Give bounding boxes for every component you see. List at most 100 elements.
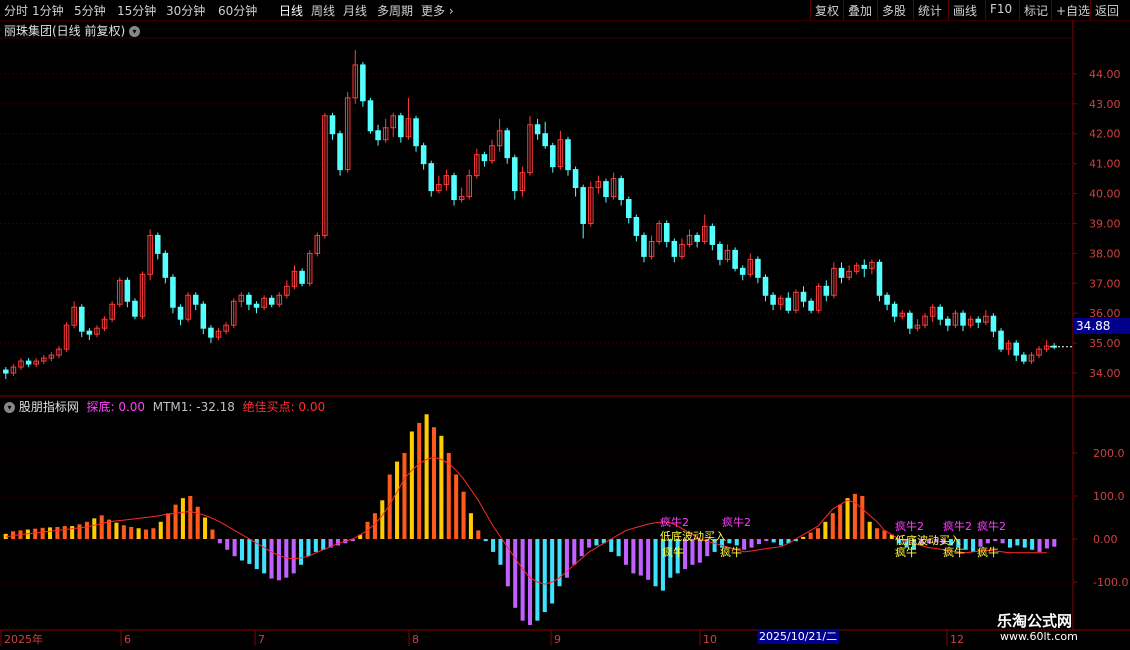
indicator-bar — [808, 532, 813, 539]
indicator-bar — [875, 528, 880, 539]
candle-down — [550, 145, 556, 168]
indicator-bar — [527, 539, 533, 625]
indicator-bar — [129, 526, 134, 539]
candle-down — [534, 124, 541, 135]
chevron-down-icon[interactable]: ▾ — [4, 402, 15, 413]
price-tick-label: 41.00 — [1089, 158, 1121, 171]
candle-down — [732, 249, 738, 269]
indicator-bar — [372, 513, 377, 539]
candle-down — [86, 330, 93, 335]
candle-down — [739, 267, 746, 275]
candle-down — [565, 139, 571, 171]
indicator-bar — [616, 539, 621, 557]
signal-label: 疯牛2 — [895, 519, 924, 533]
candle-down — [413, 118, 419, 147]
price-tick-label: 38.00 — [1089, 247, 1121, 260]
candle-down — [481, 154, 488, 162]
indicator-bar — [380, 500, 385, 539]
indicator-bar — [188, 496, 193, 539]
date-tick-label: 12 — [950, 633, 964, 646]
indicator-bar — [136, 528, 141, 539]
candle-down — [861, 264, 868, 269]
watermark-url: www.60lt.com — [1000, 630, 1078, 643]
signal-label: 疯牛 — [895, 545, 917, 559]
candlestick-chart[interactable]: 34.0035.0036.0037.0038.0039.0040.0041.00… — [0, 0, 1130, 650]
signal-label: 低底波动买入 — [660, 529, 726, 543]
indicator-bar — [203, 517, 208, 539]
indicator-bar — [756, 539, 761, 545]
price-tick-label: 42.00 — [1089, 128, 1121, 141]
indicator-bar — [993, 539, 998, 542]
indicator-bar — [313, 539, 318, 552]
candle-down — [367, 100, 374, 132]
indicator-name: 股朋指标网 — [18, 400, 79, 414]
indicator-tick-label: -100.0 — [1093, 576, 1128, 589]
candle-down — [177, 306, 184, 320]
indicator-bar — [158, 521, 163, 539]
watermark-name: 乐淘公式网 — [997, 612, 1073, 630]
candle-down — [1021, 354, 1027, 362]
candle-down — [208, 327, 214, 338]
candle-down — [603, 181, 609, 198]
candle-down — [580, 187, 586, 224]
indicator-bar — [195, 506, 200, 539]
indicator-bar — [114, 522, 119, 539]
indicator-bar — [557, 539, 562, 587]
candle-down — [876, 261, 883, 296]
indicator-bar — [468, 513, 473, 539]
indicator-bar — [409, 431, 414, 539]
candle-down — [998, 330, 1004, 350]
indicator-bar — [594, 539, 599, 546]
candle-down — [785, 297, 792, 311]
indicator-tick-label: 200.0 — [1093, 447, 1125, 460]
candle-down — [838, 267, 845, 278]
signal-label: 疯牛 — [662, 545, 684, 559]
candle-down — [618, 178, 624, 201]
price-tick-label: 37.00 — [1089, 277, 1121, 290]
candle-down — [823, 285, 830, 296]
candle-down — [907, 312, 913, 329]
indicator-tick-label: 100.0 — [1093, 490, 1125, 503]
indicator-bar — [483, 539, 488, 542]
candle-down — [572, 169, 579, 189]
indicator-bar — [321, 539, 326, 550]
mtm-line — [5, 456, 1047, 585]
candle-down — [960, 312, 966, 326]
indicator-bar — [461, 491, 466, 539]
indicator-bar — [210, 529, 215, 539]
price-tick-label: 39.00 — [1089, 217, 1121, 230]
indicator-bar — [852, 493, 857, 539]
indicator-bar — [306, 539, 311, 557]
candle-down — [762, 276, 769, 296]
candle-down — [398, 115, 404, 138]
indicator-bar — [579, 539, 584, 557]
candle-down — [253, 303, 260, 308]
indicator-bar — [638, 539, 643, 576]
indicator-bar — [587, 539, 592, 548]
date-tick-label: 8 — [412, 633, 419, 646]
candle-down — [709, 225, 716, 245]
indicator-bar — [764, 539, 769, 542]
indicator-bar — [771, 539, 776, 543]
indicator-bar — [299, 539, 304, 565]
indicator-bar — [779, 539, 784, 546]
candle-down — [162, 252, 169, 278]
candle-down — [975, 318, 982, 323]
candle-down — [945, 318, 951, 326]
indicator-bar — [439, 435, 444, 539]
indicator-bar — [985, 539, 990, 544]
signal-label: 疯牛2 — [660, 515, 689, 529]
price-tick-label: 44.00 — [1089, 68, 1121, 81]
indicator-bar — [402, 453, 407, 539]
candle-down — [192, 294, 199, 305]
indicator-bar — [1037, 539, 1042, 552]
candle-down — [512, 157, 518, 192]
indicator-bar — [498, 539, 503, 565]
indicator-bar — [830, 513, 835, 539]
date-tick-label: 2025年 — [4, 632, 43, 646]
best-buy-value: 绝佳买点: 0.00 — [242, 400, 326, 414]
indicator-bar — [431, 427, 437, 539]
indicator-bar — [84, 521, 89, 539]
indicator-bar — [180, 498, 185, 539]
indicator-bar — [40, 527, 45, 539]
